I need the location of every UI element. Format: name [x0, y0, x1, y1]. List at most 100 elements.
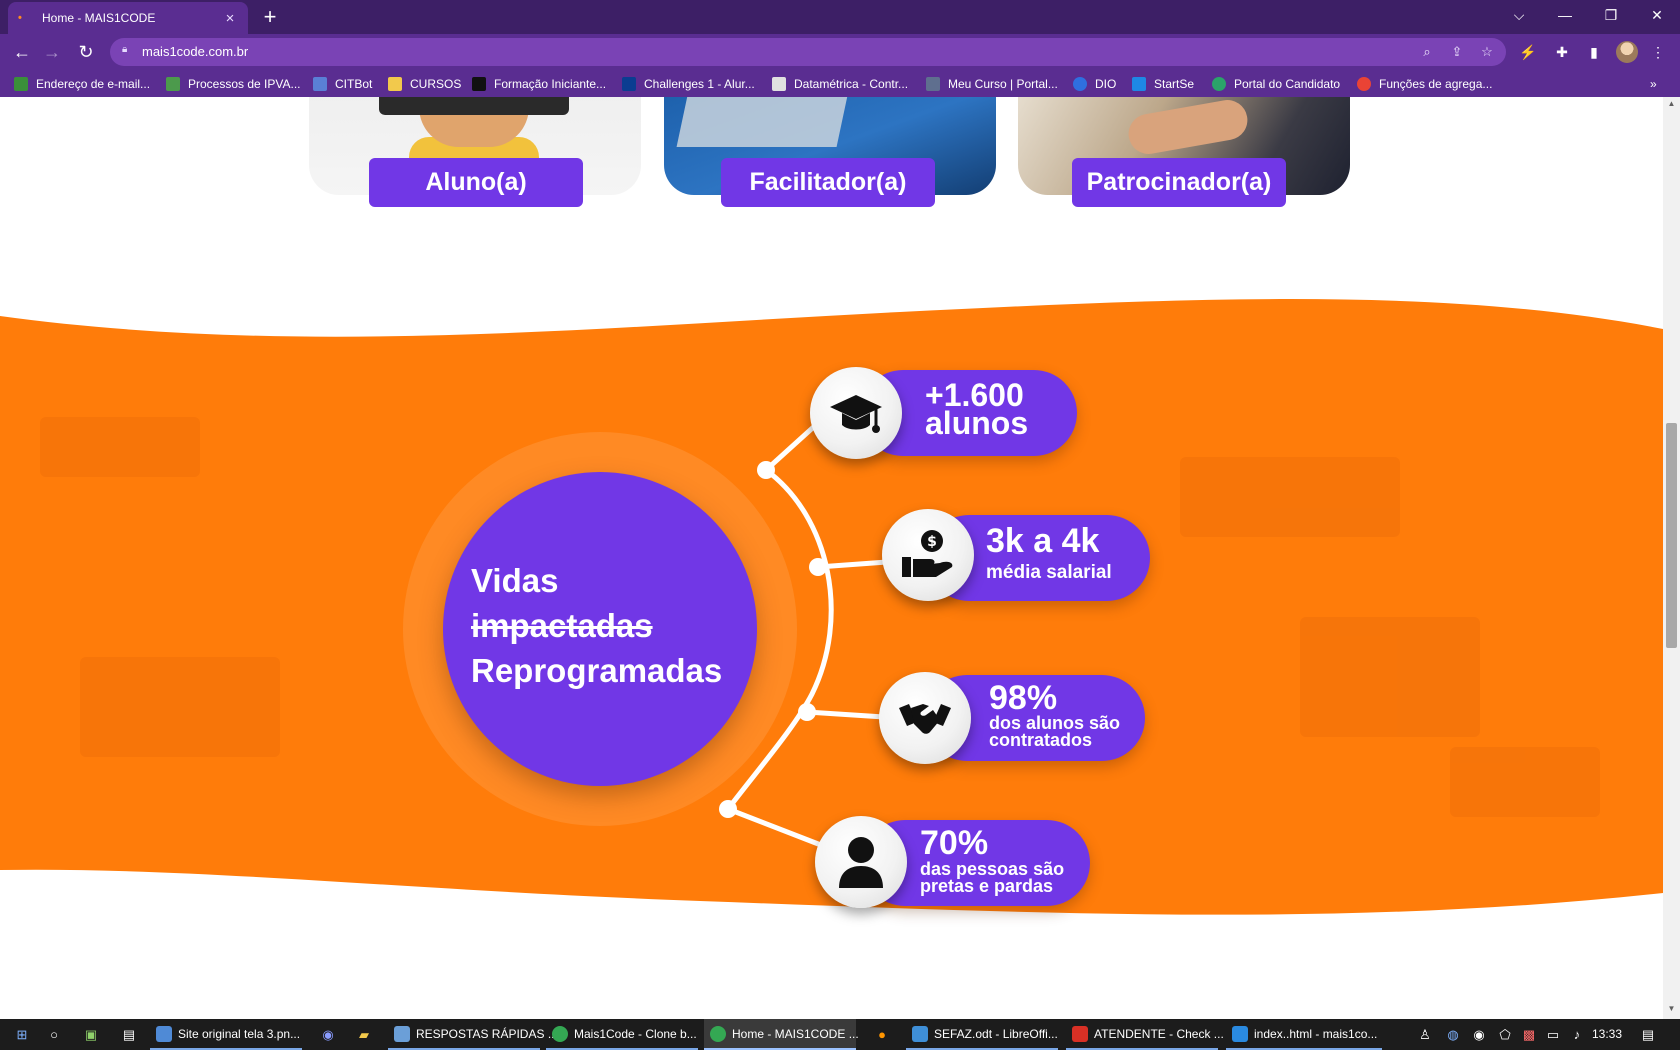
tray-app-icon[interactable]: ◍	[1442, 1019, 1464, 1050]
people-icon[interactable]: ♙	[1414, 1019, 1436, 1050]
bookmark-item[interactable]: CURSOS	[388, 75, 461, 93]
tab-close-icon[interactable]: ×	[222, 10, 238, 27]
bookmarks-bar: Endereço de e-mail... Processos de IPVA.…	[0, 70, 1680, 97]
stat-label-alunos: alunos	[925, 405, 1029, 441]
bookmark-item[interactable]: Endereço de e-mail...	[14, 75, 150, 93]
share-icon[interactable]: ⇪	[1448, 43, 1466, 61]
tab-title: Home - MAIS1CODE	[42, 11, 156, 25]
stat-value-pessoas: 70%	[920, 824, 989, 862]
bookmark-favicon-icon	[472, 77, 486, 91]
taskbar-item-image[interactable]: Site original tela 3.pn...	[150, 1019, 302, 1050]
browser-menu-icon[interactable]: ⋮	[1648, 42, 1668, 62]
bookmark-item[interactable]: DIO	[1073, 75, 1116, 93]
notepad-icon	[394, 1025, 410, 1042]
bookmark-item[interactable]: Meu Curso | Portal...	[926, 75, 1058, 93]
windows-start-icon[interactable]: ⊞	[8, 1019, 36, 1050]
profile-avatar[interactable]	[1616, 41, 1638, 63]
restore-button[interactable]: ❐	[1588, 0, 1634, 30]
site-favicon-icon: •	[18, 12, 22, 24]
bookmarks-overflow-icon[interactable]: »	[1650, 75, 1657, 93]
tray-alert-icon[interactable]: ▩	[1518, 1019, 1540, 1050]
stat-label-salario: média salarial	[986, 562, 1112, 583]
bookmark-item[interactable]: Portal do Candidato	[1212, 75, 1340, 93]
taskbar-item-chrome-clone[interactable]: Mais1Code - Clone b...	[546, 1019, 698, 1050]
stat-value-contratados: 98%	[989, 679, 1058, 717]
vscode-icon	[1232, 1025, 1248, 1042]
taskbar-item-pdf[interactable]: ATENDENTE - Check ...	[1066, 1019, 1224, 1050]
bookmark-favicon-icon	[166, 77, 180, 91]
bookmark-item[interactable]: CITBot	[313, 75, 372, 93]
impact-line-vidas: Vidas	[471, 562, 559, 599]
impact-heading: Vidas impactadas Reprogramadas	[471, 558, 722, 693]
notes-app-icon[interactable]: ▣	[80, 1019, 102, 1050]
bookmark-favicon-icon	[1357, 77, 1371, 91]
bookmark-item[interactable]: Datamétrica - Contr...	[772, 75, 908, 93]
taskbar-clock[interactable]: 13:33	[1590, 1019, 1624, 1050]
stat-value-salario: 3k a 4k	[986, 522, 1100, 560]
writer-icon	[912, 1025, 928, 1042]
chrome-icon	[710, 1025, 726, 1042]
extension-icon[interactable]: ⚡	[1518, 42, 1538, 62]
pdf-icon	[1072, 1025, 1088, 1042]
browser-tab-bar: • Home - MAIS1CODE × + ⌵ — ❐ ✕	[0, 0, 1680, 34]
chrome-icon	[552, 1025, 568, 1042]
file-app-icon[interactable]: ▤	[118, 1019, 140, 1050]
person-icon	[815, 816, 907, 908]
address-bar[interactable]: 🔒︎ mais1code.com.br ⌕ ⇪ ☆	[110, 38, 1506, 66]
forward-icon[interactable]: →	[40, 40, 64, 64]
firefox-icon[interactable]: ●	[870, 1019, 894, 1050]
bookmark-item[interactable]: StartSe	[1132, 75, 1194, 93]
scroll-down-icon[interactable]: ▼	[1666, 1004, 1677, 1016]
stat-label-pessoas-2: pretas e pardas	[920, 876, 1054, 896]
bookmark-favicon-icon	[14, 77, 28, 91]
bookmark-favicon-icon	[1073, 77, 1087, 91]
bookmark-item[interactable]: Formação Iniciante...	[472, 75, 606, 93]
search-icon[interactable]: ○	[40, 1019, 68, 1050]
side-panel-icon[interactable]: ▮	[1584, 42, 1604, 62]
browser-toolbar: ← → ↻ 🔒︎ mais1code.com.br ⌕ ⇪ ☆ ⚡ ✚ ▮ ⋮	[0, 34, 1680, 70]
bookmark-favicon-icon	[926, 77, 940, 91]
folder-icon	[388, 77, 402, 91]
taskbar-item-vscode[interactable]: index..html - mais1co...	[1226, 1019, 1382, 1050]
tab-search-button[interactable]: ⌵	[1496, 0, 1542, 30]
zoom-search-icon[interactable]: ⌕	[1418, 43, 1436, 61]
bookmark-item[interactable]: Funções de agrega...	[1357, 75, 1492, 93]
back-icon[interactable]: ←	[10, 40, 34, 64]
new-tab-button[interactable]: +	[258, 5, 282, 29]
impact-line-impactadas: impactadas	[471, 607, 653, 644]
puzzle-extensions-icon[interactable]: ✚	[1552, 42, 1572, 62]
taskbar-item-libreoffice[interactable]: SEFAZ.odt - LibreOffi...	[906, 1019, 1058, 1050]
volume-icon[interactable]: ♪	[1566, 1019, 1588, 1050]
taskbar-item-notes[interactable]: RESPOSTAS RÁPIDAS ...	[388, 1019, 558, 1050]
scroll-up-icon[interactable]: ▲	[1666, 99, 1677, 111]
impact-line-reprogramadas: Reprogramadas	[471, 652, 723, 689]
address-url[interactable]: mais1code.com.br	[142, 44, 248, 59]
network-icon[interactable]: ▭	[1542, 1019, 1564, 1050]
scrollbar-thumb[interactable]	[1666, 423, 1677, 648]
minimize-button[interactable]: —	[1542, 0, 1588, 30]
notifications-icon[interactable]: ▤	[1636, 1019, 1660, 1050]
handshake-icon	[879, 672, 971, 764]
discord-tray-icon[interactable]: ◉	[1468, 1019, 1490, 1050]
window-close-button[interactable]: ✕	[1634, 0, 1680, 30]
bookmark-item[interactable]: Processos de IPVA...	[166, 75, 301, 93]
bookmark-item[interactable]: Challenges 1 - Alur...	[622, 75, 755, 93]
stat-label-contratados-2: contratados	[989, 730, 1093, 750]
bookmark-favicon-icon	[1212, 77, 1226, 91]
tray-shield-icon[interactable]: ⬠	[1494, 1019, 1516, 1050]
photos-icon	[156, 1025, 172, 1042]
browser-tab-active[interactable]: • Home - MAIS1CODE ×	[8, 2, 248, 34]
page-viewport: Aluno(a) Facilitador(a) Patrocinador(a) …	[0, 97, 1663, 1019]
svg-text:$: $	[927, 534, 937, 550]
bookmark-star-icon[interactable]: ☆	[1478, 43, 1496, 61]
reload-icon[interactable]: ↻	[74, 40, 98, 64]
file-explorer-icon[interactable]: ▰	[352, 1019, 376, 1050]
graduation-cap-icon	[810, 367, 902, 459]
bookmark-favicon-icon	[622, 77, 636, 91]
taskbar-item-chrome-home[interactable]: Home - MAIS1CODE ...	[704, 1019, 859, 1050]
bookmark-favicon-icon	[1132, 77, 1146, 91]
bookmark-favicon-icon	[313, 77, 327, 91]
discord-icon[interactable]: ◉	[316, 1019, 340, 1050]
money-hand-icon: $	[882, 509, 974, 601]
windows-taskbar: ⊞ ○ ▣ ▤ Site original tela 3.pn... ◉ ▰ R…	[0, 1019, 1680, 1050]
